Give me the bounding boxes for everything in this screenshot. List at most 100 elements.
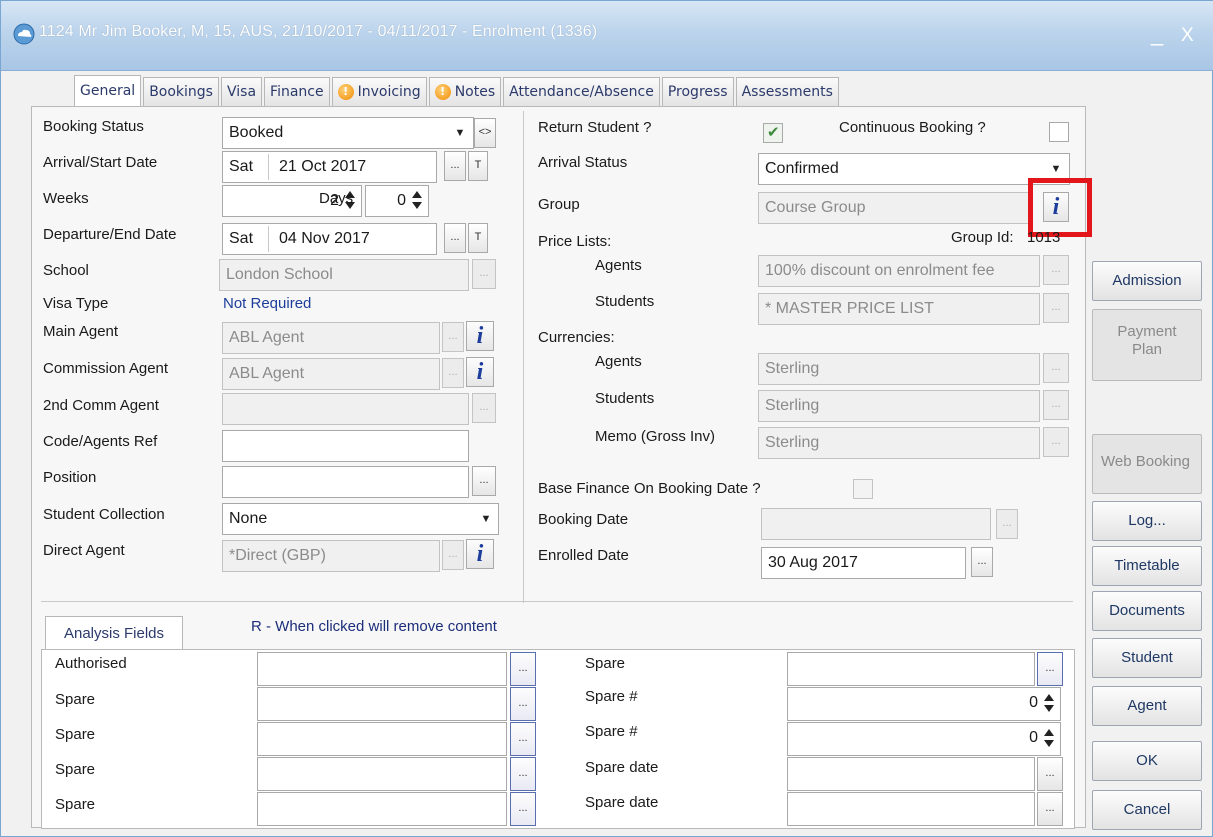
analysis-fields-tab[interactable]: Analysis Fields bbox=[45, 616, 183, 650]
arrival-date-picker-button[interactable]: ... bbox=[444, 151, 466, 181]
column-divider bbox=[523, 111, 524, 603]
analysis-left-input[interactable] bbox=[257, 722, 507, 756]
main-agent-lookup-button[interactable]: ... bbox=[442, 322, 464, 352]
days-stepper[interactable]: 0 bbox=[365, 185, 429, 217]
tab-attendance-absence[interactable]: Attendance/Absence bbox=[503, 77, 660, 106]
analysis-date-picker-button[interactable]: ... bbox=[1037, 792, 1063, 826]
analysis-left-lookup-button[interactable]: ... bbox=[510, 652, 536, 686]
base-finance-checkbox[interactable] bbox=[853, 479, 873, 499]
departure-date-field[interactable]: Sat 04 Nov 2017 bbox=[222, 223, 437, 255]
analysis-note: R - When clicked will remove content bbox=[251, 618, 497, 635]
web-booking-button[interactable]: Web Booking bbox=[1092, 434, 1202, 494]
group-id-value: 1013 bbox=[1027, 229, 1061, 246]
tab-assessments[interactable]: Assessments bbox=[735, 77, 839, 106]
analysis-date-input[interactable] bbox=[787, 792, 1035, 826]
ok-button[interactable]: OK bbox=[1092, 741, 1202, 781]
admission-button[interactable]: Admission bbox=[1092, 261, 1202, 301]
currency-students-lookup-button[interactable]: ... bbox=[1043, 390, 1069, 420]
student-button[interactable]: Student bbox=[1092, 638, 1202, 678]
tab-progress[interactable]: Progress bbox=[661, 77, 734, 106]
continuous-booking-checkbox[interactable] bbox=[1049, 122, 1069, 142]
school-field[interactable]: London School bbox=[219, 259, 469, 291]
departure-date-picker-button[interactable]: ... bbox=[444, 223, 466, 253]
spinner-icon[interactable] bbox=[410, 188, 424, 214]
analysis-date-picker-button[interactable]: ... bbox=[1037, 757, 1063, 791]
arrival-status-select[interactable]: Confirmed ▼ bbox=[758, 153, 1070, 185]
arrival-date-today-button[interactable]: T bbox=[468, 151, 488, 181]
analysis-number-stepper[interactable]: 0 bbox=[787, 722, 1061, 756]
close-button[interactable]: X bbox=[1181, 25, 1194, 47]
main-agent-field[interactable]: ABL Agent bbox=[222, 322, 440, 354]
second-comm-agent-lookup-button[interactable]: ... bbox=[472, 393, 496, 423]
booking-status-swap-button[interactable]: <> bbox=[474, 118, 496, 148]
currency-memo-field[interactable]: Sterling bbox=[758, 427, 1040, 459]
analysis-date-input[interactable] bbox=[787, 757, 1035, 791]
position-input[interactable] bbox=[222, 466, 469, 498]
analysis-left-input[interactable] bbox=[257, 757, 507, 791]
analysis-left-input[interactable] bbox=[257, 652, 507, 686]
currencies-label: Currencies: bbox=[538, 329, 615, 346]
analysis-left-input[interactable] bbox=[257, 792, 507, 826]
price-list-students-lookup-button[interactable]: ... bbox=[1043, 293, 1069, 323]
cancel-button[interactable]: Cancel bbox=[1092, 790, 1202, 830]
currency-students-field[interactable]: Sterling bbox=[758, 390, 1040, 422]
tab-notes[interactable]: ! Notes bbox=[428, 77, 502, 106]
tab-label: Notes bbox=[454, 84, 496, 100]
analysis-right-lookup-button[interactable]: ... bbox=[1037, 652, 1063, 686]
tab-finance[interactable]: Finance bbox=[264, 77, 330, 106]
timetable-button[interactable]: Timetable bbox=[1092, 546, 1202, 586]
info-icon[interactable]: i bbox=[466, 321, 494, 351]
analysis-left-label: Spare bbox=[55, 726, 96, 743]
log-button[interactable]: Log... bbox=[1092, 501, 1202, 541]
info-icon[interactable]: i bbox=[466, 357, 494, 387]
minimize-button[interactable]: _ bbox=[1151, 21, 1163, 47]
currency-agents-lookup-button[interactable]: ... bbox=[1043, 353, 1069, 383]
direct-agent-field[interactable]: *Direct (GBP) bbox=[222, 540, 440, 572]
days-label: Days bbox=[319, 190, 354, 207]
booking-status-select[interactable]: Booked ▼ bbox=[222, 117, 474, 149]
price-list-agents-field[interactable]: 100% discount on enrolment fee bbox=[758, 255, 1040, 287]
student-collection-select[interactable]: None ▼ bbox=[222, 503, 499, 535]
currency-agents-field[interactable]: Sterling bbox=[758, 353, 1040, 385]
second-comm-agent-field[interactable] bbox=[222, 393, 469, 425]
departure-date-today-button[interactable]: T bbox=[468, 223, 488, 253]
chevron-down-icon: ▼ bbox=[475, 504, 497, 534]
commission-agent-lookup-button[interactable]: ... bbox=[442, 358, 464, 388]
booking-date-field[interactable] bbox=[761, 508, 991, 540]
code-agents-ref-input[interactable] bbox=[222, 430, 469, 462]
analysis-left-input[interactable] bbox=[257, 687, 507, 721]
tab-bookings[interactable]: Bookings bbox=[143, 77, 219, 106]
price-list-agents-lookup-button[interactable]: ... bbox=[1043, 255, 1069, 285]
info-icon[interactable]: i bbox=[466, 539, 494, 569]
commission-agent-label: Commission Agent bbox=[43, 360, 169, 377]
group-field[interactable]: Course Group bbox=[758, 192, 1033, 224]
currency-memo-lookup-button[interactable]: ... bbox=[1043, 427, 1069, 457]
return-student-checkbox[interactable] bbox=[763, 123, 783, 143]
booking-date-picker-button[interactable]: ... bbox=[996, 509, 1018, 539]
enrolled-date-picker-button[interactable]: ... bbox=[971, 547, 993, 577]
spinner-icon[interactable] bbox=[1042, 726, 1056, 752]
enrolled-date-input[interactable]: 30 Aug 2017 bbox=[761, 547, 966, 579]
analysis-right-input[interactable] bbox=[787, 652, 1035, 686]
arrival-date-field[interactable]: Sat 21 Oct 2017 bbox=[222, 151, 437, 183]
agent-button[interactable]: Agent bbox=[1092, 686, 1202, 726]
spinner-icon[interactable] bbox=[1042, 691, 1056, 717]
tab-label: Assessments bbox=[741, 84, 833, 100]
group-label: Group bbox=[538, 196, 580, 213]
price-list-students-field[interactable]: * MASTER PRICE LIST bbox=[758, 293, 1040, 325]
analysis-number-stepper[interactable]: 0 bbox=[787, 687, 1061, 721]
school-lookup-button[interactable]: ... bbox=[472, 259, 496, 289]
documents-button[interactable]: Documents bbox=[1092, 591, 1202, 631]
direct-agent-label: Direct Agent bbox=[43, 542, 125, 559]
tab-invoicing[interactable]: ! Invoicing bbox=[331, 77, 427, 106]
tab-visa[interactable]: Visa bbox=[220, 77, 263, 106]
analysis-left-lookup-button[interactable]: ... bbox=[510, 687, 536, 721]
commission-agent-field[interactable]: ABL Agent bbox=[222, 358, 440, 390]
tab-general[interactable]: General bbox=[74, 75, 142, 106]
position-lookup-button[interactable]: ... bbox=[472, 466, 496, 496]
analysis-left-lookup-button[interactable]: ... bbox=[510, 722, 536, 756]
analysis-left-lookup-button[interactable]: ... bbox=[510, 792, 536, 826]
analysis-left-lookup-button[interactable]: ... bbox=[510, 757, 536, 791]
payment-plan-button[interactable]: Payment Plan bbox=[1092, 309, 1202, 381]
direct-agent-lookup-button[interactable]: ... bbox=[442, 540, 464, 570]
